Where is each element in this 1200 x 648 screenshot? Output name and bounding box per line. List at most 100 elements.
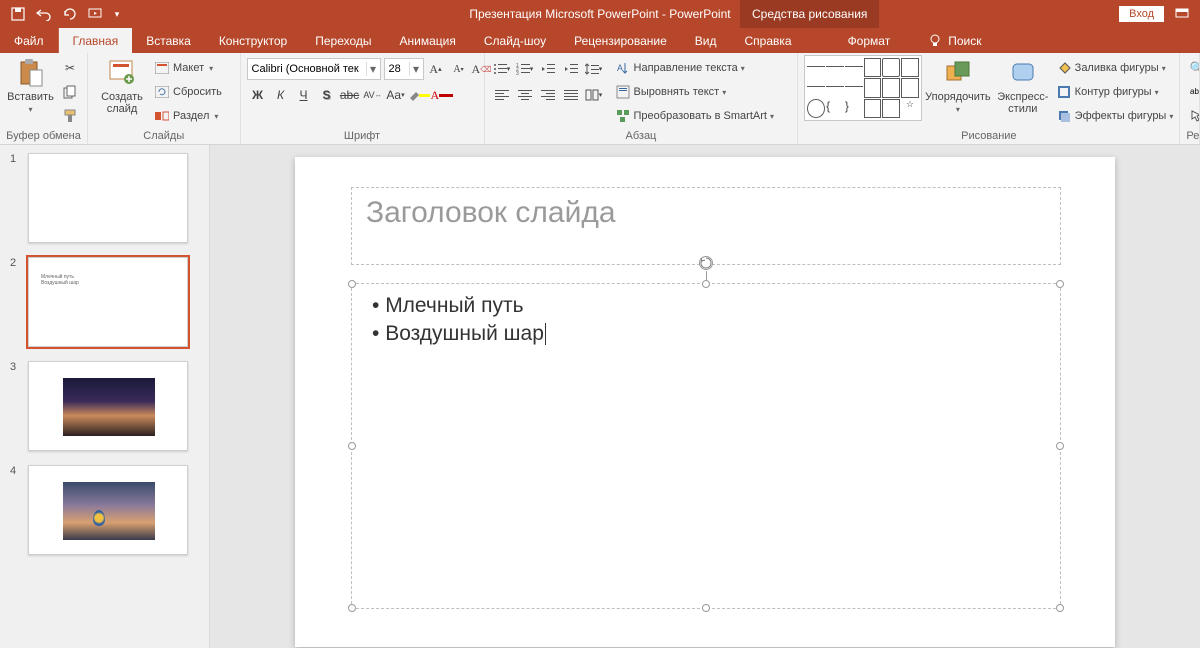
quick-access-toolbar: ▾ (0, 2, 124, 26)
title-placeholder[interactable]: Заголовок слайда (351, 187, 1061, 265)
quick-styles-label: Экспресс- стили (997, 91, 1048, 115)
tab-view[interactable]: Вид (681, 28, 731, 53)
tab-transitions[interactable]: Переходы (301, 28, 385, 53)
sign-in-button[interactable]: Вход (1119, 6, 1164, 22)
thumb-number: 3 (10, 361, 22, 451)
format-painter-icon[interactable] (59, 105, 81, 127)
shape-outline-label: Контур фигуры (1075, 86, 1152, 98)
replace-icon[interactable]: ab (1186, 81, 1200, 103)
tell-me-search[interactable]: Поиск (928, 28, 981, 53)
save-icon[interactable] (6, 2, 30, 26)
group-paragraph-label: Абзац (491, 130, 792, 144)
ribbon-tabs: Файл Главная Вставка Конструктор Переход… (0, 28, 1200, 53)
shadow-icon[interactable]: S (316, 84, 338, 106)
select-icon[interactable] (1186, 105, 1200, 127)
chevron-down-icon[interactable]: ▾ (366, 62, 380, 76)
highlight-icon[interactable] (408, 84, 430, 106)
resize-handle[interactable] (348, 442, 356, 450)
strikethrough-icon[interactable]: abc (339, 84, 361, 106)
ribbon-options-icon[interactable] (1172, 4, 1192, 24)
thumbnail-1[interactable]: 1 (10, 153, 199, 243)
text-direction-button[interactable]: AНаправление текста▾ (615, 57, 774, 79)
slide: Заголовок слайда Млечный путь Воздушный … (295, 157, 1115, 647)
resize-handle[interactable] (348, 280, 356, 288)
tab-design[interactable]: Конструктор (205, 28, 301, 53)
resize-handle[interactable] (1056, 604, 1064, 612)
tab-home[interactable]: Главная (59, 28, 133, 53)
reset-label: Сбросить (173, 86, 222, 98)
arrange-button[interactable]: Упорядочить▾ (926, 55, 990, 114)
group-slides-label: Слайды (94, 130, 234, 144)
svg-text:A: A (617, 63, 623, 73)
slide-canvas[interactable]: Заголовок слайда Млечный путь Воздушный … (210, 145, 1200, 648)
group-clipboard: Вставить ▾ ✂ Буфер обмена (0, 53, 88, 144)
columns-icon[interactable]: ▾ (583, 84, 605, 106)
bullets-icon[interactable]: ▾ (491, 58, 513, 80)
align-right-icon[interactable] (537, 84, 559, 106)
underline-icon[interactable]: Ч (293, 84, 315, 106)
bold-icon[interactable]: Ж (247, 84, 269, 106)
shape-effects-icon (1056, 108, 1072, 124)
paste-button[interactable]: Вставить ▾ (6, 55, 55, 114)
tab-slideshow[interactable]: Слайд-шоу (470, 28, 560, 53)
undo-icon[interactable] (32, 2, 56, 26)
change-case-icon[interactable]: Aa▾ (385, 84, 407, 106)
tell-me-label: Поиск (948, 34, 981, 48)
new-slide-button[interactable]: Создать слайд (94, 55, 150, 115)
convert-smartart-button[interactable]: Преобразовать в SmartArt▾ (615, 105, 774, 127)
tab-format[interactable]: Формат (834, 28, 905, 53)
thumbnail-2[interactable]: 2Млечный путьВоздушный шар (10, 257, 199, 347)
char-spacing-icon[interactable]: AV↔ (362, 84, 384, 106)
shape-outline-button[interactable]: Контур фигуры▾ (1056, 81, 1174, 103)
increase-font-icon[interactable]: A▴ (425, 58, 447, 80)
shape-fill-button[interactable]: Заливка фигуры▾ (1056, 57, 1174, 79)
resize-handle[interactable] (1056, 442, 1064, 450)
resize-handle[interactable] (702, 604, 710, 612)
shape-effects-button[interactable]: Эффекты фигуры▾ (1056, 105, 1174, 127)
resize-handle[interactable] (1056, 280, 1064, 288)
chevron-down-icon[interactable]: ▾ (409, 62, 423, 76)
tab-help[interactable]: Справка (730, 28, 805, 53)
rotate-handle-icon[interactable] (699, 256, 713, 270)
resize-handle[interactable] (348, 604, 356, 612)
cut-icon[interactable]: ✂ (59, 57, 81, 79)
decrease-indent-icon[interactable] (537, 58, 559, 80)
quick-styles-button[interactable]: Экспресс- стили (994, 55, 1052, 115)
align-text-label: Выровнять текст (634, 86, 720, 98)
tab-insert[interactable]: Вставка (132, 28, 205, 53)
reset-button[interactable]: Сбросить (154, 81, 222, 103)
shape-effects-label: Эффекты фигуры (1075, 110, 1167, 122)
arrange-label: Упорядочить (925, 91, 990, 103)
redo-icon[interactable] (58, 2, 82, 26)
copy-icon[interactable] (59, 81, 81, 103)
justify-icon[interactable] (560, 84, 582, 106)
align-text-button[interactable]: Выровнять текст▾ (615, 81, 774, 103)
font-size-combo[interactable]: ▾ (384, 58, 424, 80)
qat-customize-icon[interactable]: ▾ (110, 2, 124, 26)
start-from-beginning-icon[interactable] (84, 2, 108, 26)
font-color-icon[interactable]: A (431, 84, 453, 106)
numbering-icon[interactable]: 123▾ (514, 58, 536, 80)
line-spacing-icon[interactable]: ▾ (583, 58, 605, 80)
new-slide-label: Создать слайд (101, 91, 143, 115)
thumbnail-4[interactable]: 4 (10, 465, 199, 555)
thumb-number: 4 (10, 465, 22, 555)
align-center-icon[interactable] (514, 84, 536, 106)
resize-handle[interactable] (702, 280, 710, 288)
italic-icon[interactable]: К (270, 84, 292, 106)
tab-review[interactable]: Рецензирование (560, 28, 681, 53)
font-name-combo[interactable]: ▾ (247, 58, 381, 80)
find-icon[interactable]: 🔍 (1186, 57, 1200, 79)
shape-fill-label: Заливка фигуры (1075, 62, 1159, 74)
layout-button[interactable]: Макет▾ (154, 57, 222, 79)
increase-indent-icon[interactable] (560, 58, 582, 80)
decrease-font-icon[interactable]: A▾ (448, 58, 470, 80)
tab-file[interactable]: Файл (0, 28, 59, 53)
content-placeholder[interactable]: Млечный путь Воздушный шар (351, 283, 1061, 609)
group-clipboard-label: Буфер обмена (6, 130, 81, 144)
align-left-icon[interactable] (491, 84, 513, 106)
shapes-gallery[interactable]: {} ☆ (804, 55, 922, 121)
section-button[interactable]: Раздел▾ (154, 105, 222, 127)
tab-animation[interactable]: Анимация (386, 28, 470, 53)
thumbnail-3[interactable]: 3 (10, 361, 199, 451)
